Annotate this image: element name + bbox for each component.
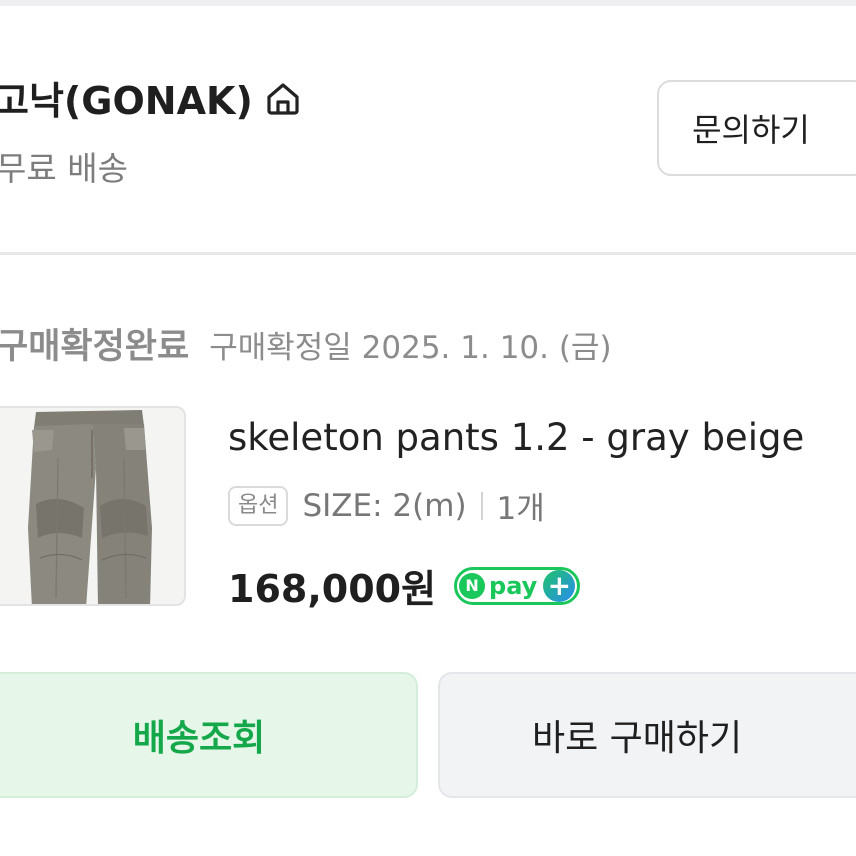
option-value: SIZE: 2(m) [302,487,467,524]
npay-plus-badge: N pay + [454,566,581,605]
store-name[interactable]: 고낙(GONAK) [0,70,303,125]
home-icon[interactable] [263,78,303,118]
order-status: 구매확정완료 [0,327,190,367]
plus-icon: + [543,569,576,602]
track-delivery-button[interactable]: 배송조회 [0,672,418,798]
order-detail-page: 고낙(GONAK) 무료 배송 문의하기 구매확정완료 구매확정일 2025. … [0,0,856,856]
option-separator [480,491,483,520]
npay-n-logo: N [459,572,486,599]
price-row: 168,000원 N pay + [228,558,581,613]
product-name[interactable]: skeleton pants 1.2 - gray beige [228,416,804,459]
price: 168,000원 [228,567,437,611]
inquiry-button[interactable]: 문의하기 [657,80,856,176]
option-tag: 옵션 [228,485,289,526]
buy-again-button[interactable]: 바로 구매하기 [438,672,856,798]
option-row: 옵션 SIZE: 2(m) 1개 [228,483,545,528]
confirm-date: 구매확정일 2025. 1. 10. (금) [209,330,612,366]
store-name-label[interactable]: 고낙(GONAK) [0,70,253,125]
npay-label: pay [489,571,538,600]
order-status-row: 구매확정완료 구매확정일 2025. 1. 10. (금) [0,318,612,369]
product-thumbnail[interactable] [0,406,186,606]
shipping-note: 무료 배송 [0,149,128,188]
quantity: 1개 [496,491,545,527]
